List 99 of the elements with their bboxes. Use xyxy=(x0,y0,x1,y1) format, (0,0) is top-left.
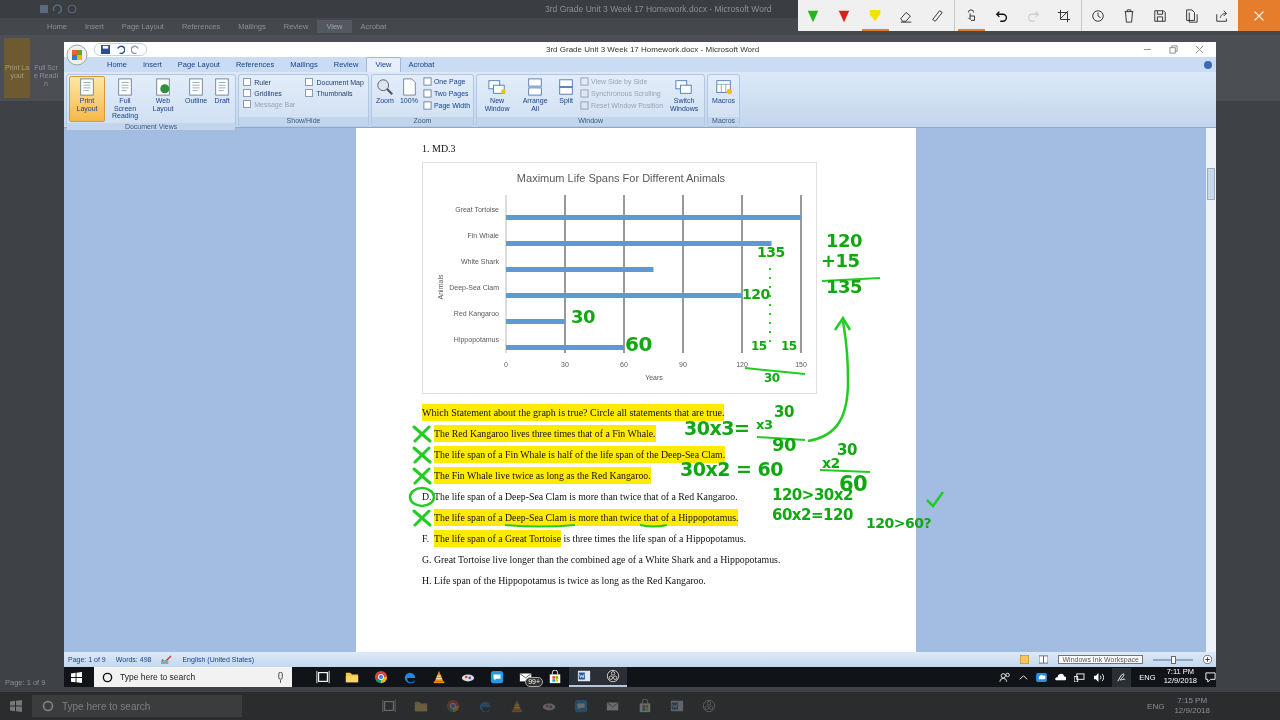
page-layout-icon xyxy=(78,78,96,96)
language-indicator[interactable]: ENG xyxy=(1147,701,1165,711)
ruler-icon xyxy=(930,8,945,23)
question-text: Which Statement about the graph is true? Circle all statements that are true. xyxy=(422,404,725,421)
windows-icon xyxy=(488,78,507,96)
store-icon xyxy=(547,670,562,684)
redo-icon[interactable] xyxy=(131,45,140,54)
handwritten-note: 60x2=120 xyxy=(772,508,853,523)
statement-letter: F. xyxy=(422,533,430,544)
notifications-icon[interactable] xyxy=(1205,671,1216,683)
clock[interactable]: 7:15 PM 12/9/2018 xyxy=(1174,695,1210,717)
pen-icon[interactable] xyxy=(1112,667,1132,687)
handwritten-note: 120 xyxy=(826,232,863,250)
window-title: 3rd Grade Unit 3 Week 17 Homework.docx - Microsoft Word xyxy=(545,4,772,14)
chat-icon xyxy=(574,699,588,713)
proofing-icon[interactable] xyxy=(161,655,173,664)
statement-letter: G. xyxy=(422,554,432,565)
scrollbar[interactable] xyxy=(1206,128,1216,652)
handwritten-note: 90 xyxy=(772,436,797,454)
browser-icon xyxy=(373,670,388,684)
handwritten-note: 30 xyxy=(571,308,596,326)
folder-icon xyxy=(344,670,359,684)
store-icon xyxy=(638,699,652,713)
help-icon[interactable] xyxy=(1204,60,1212,69)
chevron-up-icon[interactable] xyxy=(1019,672,1029,682)
chart-title: Maximum Life Spans For Different Animals xyxy=(516,172,726,184)
search-field[interactable]: Type here to search xyxy=(94,667,292,687)
taskbar-button[interactable] xyxy=(598,667,627,687)
save-icon[interactable] xyxy=(101,45,110,54)
search-icon xyxy=(102,671,113,683)
windows-icon xyxy=(675,78,694,96)
start-icon[interactable] xyxy=(10,700,22,712)
handwritten-note: 15 xyxy=(751,340,767,352)
start-icon[interactable] xyxy=(71,671,82,683)
cloud-icon[interactable] xyxy=(1055,672,1067,682)
word-icon xyxy=(670,699,684,713)
handwritten-note: +15 xyxy=(821,252,860,270)
network-icon[interactable] xyxy=(1074,672,1086,682)
handwritten-note: 30 xyxy=(837,443,857,458)
record-icon xyxy=(702,699,716,713)
statement-text: Great Tortoise live longer than the combined age of a White Shark and a Hippopotamus. xyxy=(434,553,781,567)
handwritten-note: x2 xyxy=(822,456,840,470)
word-icon xyxy=(576,669,591,683)
statement-text: The life span of a Great Tortoise is three times the life span of a Hippopotamus. xyxy=(434,528,746,549)
browser-icon xyxy=(446,699,460,713)
copy-icon xyxy=(1184,8,1199,23)
microphone-icon[interactable] xyxy=(277,671,284,683)
globe-icon xyxy=(154,78,172,96)
stacked-windows-icon xyxy=(526,78,545,96)
share-icon xyxy=(1215,8,1229,23)
handwritten-note: 120>60? xyxy=(866,516,932,530)
save-icon xyxy=(1153,8,1168,23)
handwritten-note: 30 xyxy=(764,372,780,384)
handwritten-note: 135 xyxy=(757,245,785,259)
edge-browser-icon xyxy=(402,670,417,684)
handwritten-note: 120 xyxy=(742,287,770,301)
window-title: 3rd Grade Unit 3 Week 17 Homework.docx - Microsoft Word xyxy=(546,45,760,54)
chart-bar xyxy=(506,319,565,324)
restore-icon[interactable] xyxy=(1169,45,1178,54)
record-icon xyxy=(605,669,620,683)
split-icon xyxy=(557,78,576,96)
handwritten-note: x3 xyxy=(756,418,773,431)
close-icon[interactable] xyxy=(1195,45,1204,54)
edge-browser-icon xyxy=(478,699,492,713)
folder-icon xyxy=(414,699,428,713)
search-icon xyxy=(42,700,54,712)
handwritten-note: 30 xyxy=(774,405,794,420)
people-icon[interactable] xyxy=(999,671,1012,683)
outline-icon xyxy=(187,78,206,96)
draft-icon xyxy=(213,78,232,96)
handwritten-note: 15 xyxy=(781,340,797,352)
statement-text: The life span of a Deep-Sea Clam is more than twice that of a Hippopotamus. xyxy=(434,507,739,528)
close-button[interactable] xyxy=(1237,0,1280,31)
cloud-icon[interactable] xyxy=(1036,672,1048,682)
history-icon xyxy=(1091,8,1106,23)
handwritten-note: 135 xyxy=(826,278,863,296)
crop-icon xyxy=(1057,8,1072,23)
statement-text: Life span of the Hippopotamus is twice as long as the Red Kangaroo. xyxy=(434,574,706,588)
book-icon xyxy=(116,78,134,96)
task-view-icon xyxy=(315,670,330,684)
chat-icon xyxy=(489,670,504,684)
cone-icon xyxy=(510,699,524,713)
statement-letter: D. xyxy=(422,491,432,502)
statement-text: The Fin Whale live twice as long as the Red Kangaroo. xyxy=(434,465,651,486)
statement-letter: H. xyxy=(422,575,432,586)
zoom-in-icon[interactable] xyxy=(1203,655,1212,664)
mail-icon xyxy=(606,699,620,713)
macro-icon xyxy=(714,78,733,96)
book-icon[interactable] xyxy=(1039,655,1049,664)
handwritten-note: 60 xyxy=(625,334,652,354)
cone-icon xyxy=(431,670,446,684)
question-number: 1. MD.3 xyxy=(422,142,457,156)
magnifier-icon xyxy=(375,78,394,96)
task-view-icon xyxy=(382,699,396,713)
volume-icon[interactable] xyxy=(1093,672,1105,682)
handwritten-note: 30x3= xyxy=(684,419,750,438)
statement-text: The Red Kangaroo lives three times that of a Fin Whale. xyxy=(434,423,656,444)
taskbar-button[interactable] xyxy=(569,667,598,687)
undo-icon[interactable] xyxy=(116,45,125,54)
